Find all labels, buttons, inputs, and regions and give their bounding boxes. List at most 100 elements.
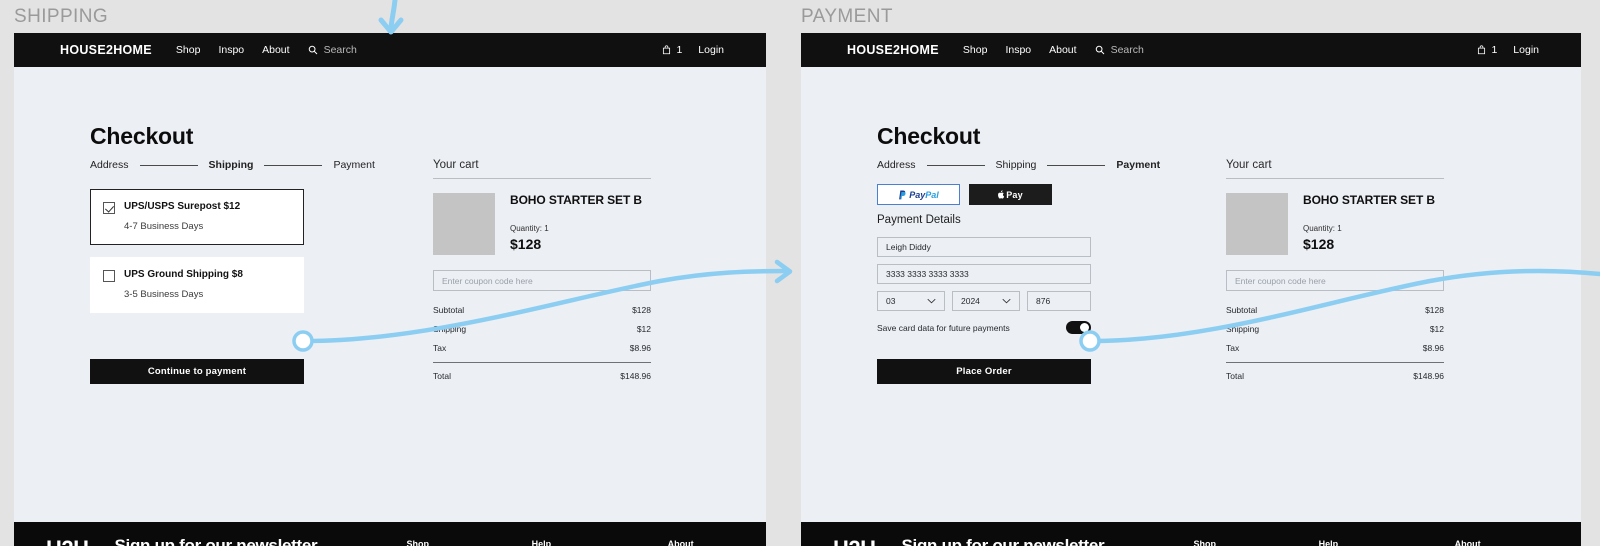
login-link[interactable]: Login [1513,44,1539,56]
totals-value: $128 [1425,305,1444,315]
cart-count: 1 [1491,44,1498,56]
divider [1226,362,1444,363]
step-divider [1047,164,1106,166]
product-name: BOHO STARTER SET B [510,193,642,207]
apple-pay-label: Pay [1006,189,1023,200]
step-divider [264,164,323,166]
total-label: Total [433,371,451,381]
shipping-option-surepost[interactable]: UPS/USPS Surepost $12 4-7 Business Days [90,189,304,245]
totals-row-shipping: Shipping $12 [1226,324,1444,334]
nav-link-inspo[interactable]: Inspo [1005,44,1031,56]
nav-link-shop[interactable]: Shop [963,44,988,56]
step-shipping[interactable]: Shipping [996,159,1037,171]
cart-summary-shipping: Your cart BOHO STARTER SET B Quantity: 1… [433,159,651,390]
shipping-option-name: UPS Ground Shipping $8 [124,269,243,280]
save-card-label: Save card data for future payments [877,322,1010,333]
step-payment[interactable]: Payment [333,159,374,171]
navbar-payment: HOUSE2HOME Shop Inspo About Search 1 Log… [801,33,1581,67]
frame-label-shipping: SHIPPING [14,6,108,27]
footer-columns: Shop Women's Help Help Center About Abou… [1194,536,1492,546]
coupon-input[interactable] [1226,270,1444,291]
product-name: BOHO STARTER SET B [1303,193,1435,207]
shipping-screen-panel: HOUSE2HOME Shop Inspo About Search 1 Log… [14,33,766,546]
footer-payment: H2H Sign up for our newsletter Be the fi… [801,522,1581,546]
cart-button[interactable]: 1 [1477,44,1497,56]
product-thumbnail [1226,193,1288,255]
nav-right-group: 1 Login [1477,44,1539,56]
coupon-input[interactable] [433,270,651,291]
totals-row-tax: Tax $8.96 [433,343,651,353]
shipping-option-days: 3-5 Business Days [124,289,204,300]
nav-link-inspo[interactable]: Inspo [218,44,244,56]
totals-row-total: Total $148.96 [433,371,651,381]
footer-columns: Shop Women's Help Help Center About Abou… [407,536,705,546]
payment-form: 03 2024 876 [877,237,1091,311]
login-link[interactable]: Login [698,44,724,56]
paypal-button[interactable]: PayPal [877,184,960,205]
search-label: Search [323,44,357,56]
footer-logo: H2H [833,536,876,546]
checkout-steps-payment: Address Shipping Payment [877,159,1160,171]
expiry-year-select[interactable]: 2024 [952,291,1020,311]
cart-line-item: BOHO STARTER SET B Quantity: 1 $128 [433,193,651,255]
page-title: Checkout [877,123,981,149]
divider [433,362,651,363]
apple-pay-button[interactable]: Pay [969,184,1052,205]
totals-value: $128 [632,305,651,315]
shopping-bag-icon [662,45,671,55]
totals-value: $8.96 [1422,343,1444,353]
checkout-steps-shipping: Address Shipping Payment [90,159,375,171]
cart-item-info: BOHO STARTER SET B Quantity: 1 $128 [1303,193,1435,255]
cart-title: Your cart [433,159,479,171]
step-payment[interactable]: Payment [1116,159,1160,171]
step-address[interactable]: Address [877,159,916,171]
totals-value: $12 [1429,324,1444,334]
newsletter-heading: Sign up for our newsletter [901,536,1105,546]
divider [433,178,651,179]
paypal-label: PayPal [909,189,939,200]
cart-button[interactable]: 1 [662,44,682,56]
cvv-input[interactable]: 876 [1027,291,1091,311]
chevron-down-icon [927,298,936,304]
shopping-bag-icon [1477,45,1486,55]
footer-column-help: Help Help Center [532,539,580,546]
cardholder-name-input[interactable] [877,237,1091,257]
cart-totals: Subtotal $128 Shipping $12 Tax $8.96 Tot… [1226,305,1444,381]
nav-link-shop[interactable]: Shop [176,44,201,56]
card-number-input[interactable] [877,264,1091,284]
shipping-option-ground[interactable]: UPS Ground Shipping $8 3-5 Business Days [90,257,304,313]
footer-shipping: H2H Sign up for our newsletter Be the fi… [14,522,766,546]
total-value: $148.96 [620,371,651,381]
product-price: $128 [1303,236,1335,252]
totals-label: Subtotal [433,305,465,315]
totals-row-tax: Tax $8.96 [1226,343,1444,353]
nav-links: Shop Inspo About [176,44,290,56]
search-trigger[interactable]: Search [1095,44,1144,56]
step-address[interactable]: Address [90,159,129,171]
newsletter-block: Sign up for our newsletter Be the first … [115,536,355,546]
step-shipping[interactable]: Shipping [209,159,254,171]
expiry-month-select[interactable]: 03 [877,291,945,311]
total-label: Total [1226,371,1244,381]
total-value: $148.96 [1413,371,1444,381]
footer-column-heading: Help [1318,539,1339,546]
search-trigger[interactable]: Search [308,44,357,56]
product-quantity: Quantity: 1 [1303,224,1342,233]
shipping-option-checkbox[interactable] [103,202,115,214]
page-title: Checkout [90,123,194,149]
nav-link-about[interactable]: About [262,44,289,56]
shipping-option-days: 4-7 Business Days [124,221,204,232]
continue-to-payment-button[interactable]: Continue to payment [90,359,304,384]
cart-line-item: BOHO STARTER SET B Quantity: 1 $128 [1226,193,1444,255]
screenshot-canvas: SHIPPING PAYMENT HOUSE2HOME Shop Inspo A… [0,0,1600,546]
save-card-toggle[interactable] [1066,321,1091,334]
nav-link-about[interactable]: About [1049,44,1076,56]
shipping-option-name: UPS/USPS Surepost $12 [124,201,241,212]
shipping-option-checkbox[interactable] [103,270,115,282]
place-order-button[interactable]: Place Order [877,359,1091,384]
brand-logo[interactable]: HOUSE2HOME [60,43,152,57]
cart-item-info: BOHO STARTER SET B Quantity: 1 $128 [510,193,642,255]
totals-label: Shipping [1226,324,1260,334]
brand-logo[interactable]: HOUSE2HOME [847,43,939,57]
totals-label: Subtotal [1226,305,1258,315]
